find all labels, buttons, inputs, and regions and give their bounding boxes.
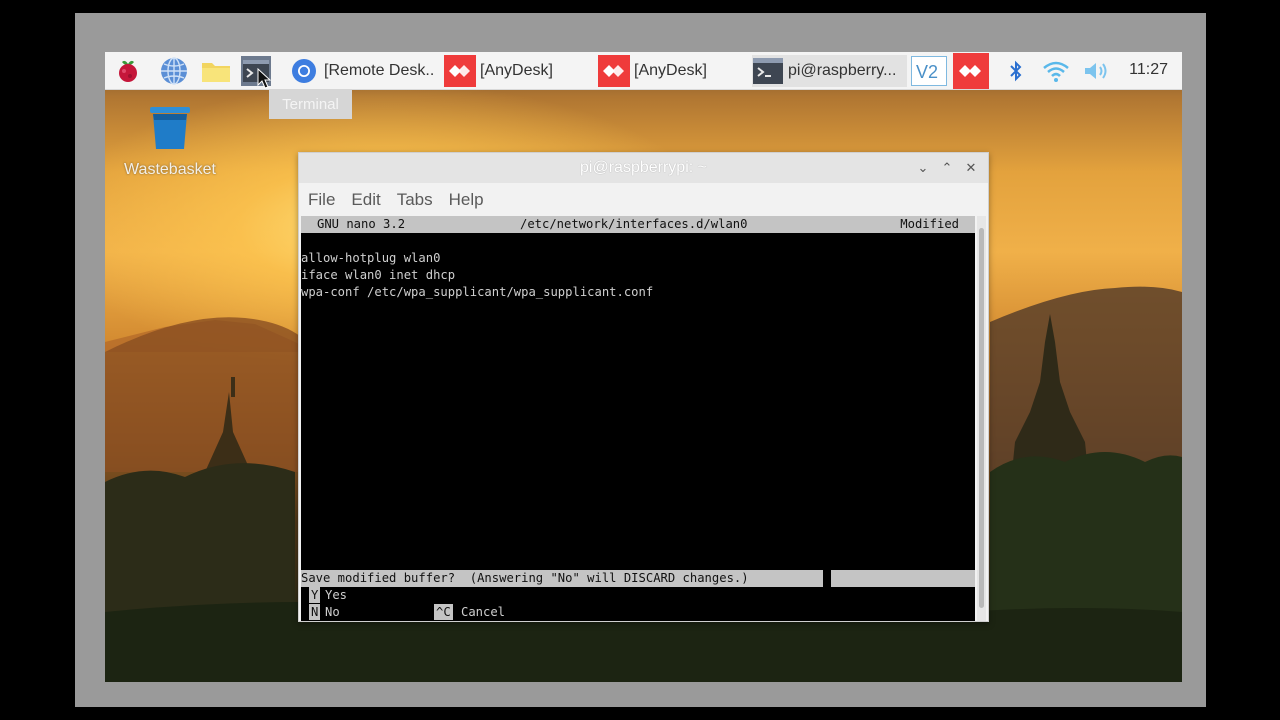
option-cancel[interactable]: Cancel: [461, 604, 505, 620]
close-button[interactable]: ✕: [962, 159, 980, 177]
vnc-icon[interactable]: V2: [911, 56, 947, 86]
nano-header: GNU nano 3.2 /etc/network/interfaces.d/w…: [301, 216, 975, 233]
scrollbar-thumb[interactable]: [979, 228, 984, 608]
nano-status: Modified: [900, 217, 959, 231]
key-cancel: ^C: [434, 604, 453, 620]
minimize-button[interactable]: ⌄: [914, 159, 932, 177]
wifi-icon[interactable]: [1041, 56, 1071, 86]
task-label: [AnyDesk]: [634, 62, 707, 79]
option-no[interactable]: No: [325, 604, 340, 620]
menu-edit[interactable]: Edit: [351, 190, 380, 210]
maximize-button[interactable]: ⌃: [938, 159, 956, 177]
svg-text:V2: V2: [916, 62, 938, 82]
key-no: N: [309, 604, 321, 620]
file-line: iface wlan0 inet dhcp: [301, 268, 456, 282]
task-label: [Remote Desk..: [324, 62, 435, 79]
anydesk-icon: [444, 55, 476, 87]
terminal-window: pi@raspberrypi: ~ ⌄ ⌃ ✕ File Edit Tabs H…: [298, 152, 989, 622]
clock[interactable]: 11:27: [1129, 61, 1168, 79]
key-yes: Y: [309, 587, 321, 603]
file-line: wpa-conf /etc/wpa_supplicant/wpa_supplic…: [301, 285, 654, 299]
menu-tabs[interactable]: Tabs: [397, 190, 433, 210]
terminal-tooltip: Terminal: [269, 89, 352, 119]
window-titlebar[interactable]: pi@raspberrypi: ~ ⌄ ⌃ ✕: [299, 153, 988, 183]
wastebasket-label: Wastebasket: [124, 161, 216, 178]
terminal-scrollbar[interactable]: [977, 216, 986, 621]
option-yes[interactable]: Yes: [325, 587, 347, 603]
menu-help[interactable]: Help: [449, 190, 484, 210]
wastebasket-icon: [150, 107, 190, 149]
web-browser-icon[interactable]: [159, 56, 189, 86]
task-label: [AnyDesk]: [480, 62, 553, 79]
raspberry-menu-icon[interactable]: [113, 56, 143, 86]
task-anydesk-2[interactable]: [AnyDesk]: [598, 55, 748, 87]
wastebasket-desktop-icon[interactable]: Wastebasket: [118, 104, 222, 179]
anydesk-tray-icon[interactable]: [953, 53, 989, 89]
file-line: allow-hotplug wlan0: [301, 251, 441, 265]
menu-file[interactable]: File: [308, 190, 335, 210]
mouse-cursor-icon: [257, 68, 271, 89]
task-remote-desktop[interactable]: [Remote Desk..: [288, 55, 440, 87]
terminal-icon: [752, 55, 784, 87]
terminal-area[interactable]: GNU nano 3.2 /etc/network/interfaces.d/w…: [301, 216, 975, 621]
task-terminal[interactable]: pi@raspberry...: [752, 55, 907, 87]
menu-bar: File Edit Tabs Help: [299, 185, 988, 215]
nano-filename: /etc/network/interfaces.d/wlan0: [520, 217, 748, 231]
task-anydesk-1[interactable]: [AnyDesk]: [444, 55, 594, 87]
anydesk-icon: [598, 55, 630, 87]
prompt-input[interactable]: [831, 570, 975, 587]
nano-version: GNU nano 3.2: [317, 217, 406, 231]
taskbar: [Remote Desk.. [AnyDesk] [AnyDesk] pi@ra…: [105, 52, 1182, 90]
bluetooth-icon[interactable]: [1001, 56, 1031, 86]
chromium-icon: [288, 55, 320, 87]
window-title: pi@raspberrypi: ~: [580, 159, 707, 176]
save-prompt: Save modified buffer? (Answering "No" wi…: [301, 570, 823, 587]
task-label: pi@raspberry...: [788, 62, 897, 79]
volume-icon[interactable]: [1081, 56, 1111, 86]
file-manager-icon[interactable]: [201, 56, 231, 86]
